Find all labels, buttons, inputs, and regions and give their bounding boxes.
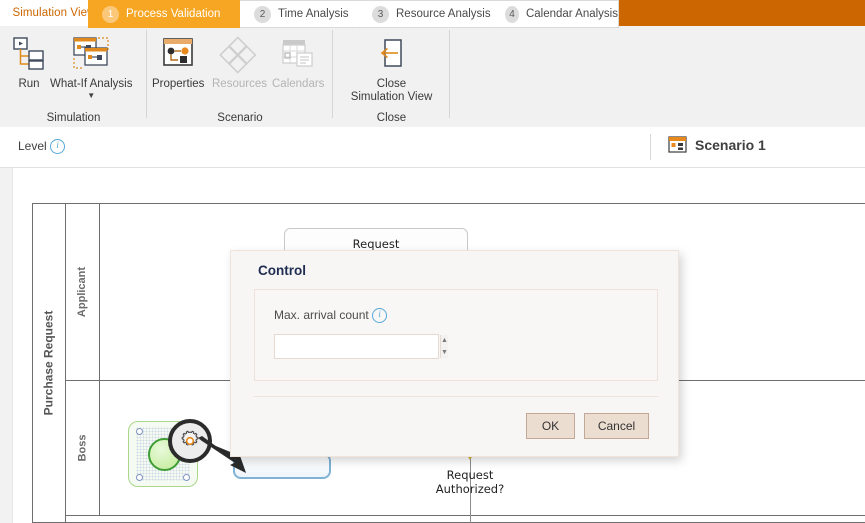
ribbon-group-simulation: Run What-If Analysis ▼ Simulation: [0, 26, 147, 127]
canvas-gutter: [0, 168, 13, 523]
stepper-buttons: ▲ ▼: [440, 335, 448, 358]
gateway-label-line2: Authorized?: [435, 482, 505, 496]
close-simulation-view-label-line1: Close: [376, 78, 407, 90]
close-simulation-view-button[interactable]: Close Simulation View: [337, 30, 446, 103]
tab-simulation-view-label: Simulation View: [12, 7, 96, 19]
step-label: Resource Analysis: [396, 8, 491, 20]
ribbon-group-close: Close Simulation View Close: [333, 26, 450, 127]
gateway-label: Request Authorized?: [400, 468, 540, 496]
task-label: Request: [352, 237, 400, 251]
resize-handle[interactable]: [183, 474, 190, 481]
spinner-down-icon[interactable]: ▼: [441, 347, 448, 359]
properties-button-label: Properties: [152, 78, 205, 90]
resources-diamonds-icon: [219, 30, 259, 74]
resources-button[interactable]: Resources: [212, 30, 267, 91]
cancel-button[interactable]: Cancel: [584, 413, 649, 439]
pool-label-container: Purchase Request: [32, 203, 66, 523]
step-process-validation[interactable]: 1 Process Validation: [88, 0, 254, 28]
ribbon: Run What-If Analysis ▼ Simulation Proper…: [0, 26, 865, 129]
lane-header-boss: Boss: [66, 380, 100, 515]
gateway-label-line1: Request: [446, 468, 494, 482]
dialog-title: Control: [258, 263, 306, 278]
lane-label: Applicant: [76, 266, 89, 317]
resources-button-label: Resources: [212, 78, 267, 90]
calendar-grid-icon: [278, 30, 318, 74]
group-separator: [449, 30, 450, 118]
step-time-analysis[interactable]: 2 Time Analysis: [240, 0, 372, 29]
max-arrival-count-input[interactable]: [275, 335, 440, 358]
ribbon-group-close-label: Close: [376, 112, 407, 124]
properties-panel-icon: [158, 30, 198, 74]
scenario-label: Scenario 1: [695, 136, 766, 153]
scenario-indicator[interactable]: Scenario 1: [668, 136, 766, 153]
pool-label: Purchase Request: [41, 310, 56, 416]
step-number: 1: [102, 5, 119, 23]
resize-handle[interactable]: [136, 428, 143, 435]
ribbon-group-simulation-label: Simulation: [46, 112, 101, 124]
run-flowchart-icon: [8, 30, 50, 74]
chevron-down-icon[interactable]: ▼: [87, 91, 95, 99]
ribbon-group-scenario: Properties Resources Calendars Scenario: [147, 26, 333, 127]
application-window: Simulation View Run What-If Analysis ▼ S…: [0, 0, 865, 523]
step-number: 2: [254, 5, 271, 23]
run-button-label: Run: [18, 78, 40, 90]
properties-button[interactable]: Properties: [152, 30, 204, 91]
info-icon[interactable]: i: [50, 139, 66, 155]
ok-button[interactable]: OK: [526, 413, 575, 439]
max-arrival-count-label: Max. arrival count: [274, 308, 369, 322]
control-dialog: Control Max. arrival count i ▲ ▼ OK Canc…: [230, 250, 679, 457]
nav-divider: [650, 134, 651, 160]
close-arrow-panel-icon: [370, 30, 414, 74]
what-if-analysis-button-label: What-If Analysis: [50, 78, 133, 90]
lane-label: Boss: [76, 434, 89, 461]
step-number: 4: [505, 5, 519, 23]
step-label: Process Validation: [126, 8, 221, 20]
step-number: 3: [372, 5, 389, 23]
lane-divider: [66, 515, 865, 516]
what-if-windows-icon: [68, 30, 114, 74]
spinner-up-icon[interactable]: ▲: [441, 335, 448, 347]
calendars-button[interactable]: Calendars: [272, 30, 324, 91]
level-label: Level: [18, 139, 47, 153]
step-resource-analysis[interactable]: 3 Resource Analysis: [358, 0, 505, 29]
dialog-separator: [254, 396, 658, 397]
max-arrival-count-stepper[interactable]: ▲ ▼: [274, 334, 448, 359]
info-icon[interactable]: i: [372, 308, 388, 324]
lane-header-applicant: Applicant: [66, 203, 100, 380]
ok-button-label: OK: [541, 419, 560, 433]
ribbon-group-scenario-label: Scenario: [217, 112, 263, 124]
close-simulation-view-label-line2: Simulation View: [350, 90, 433, 103]
resize-handle[interactable]: [136, 474, 143, 481]
cancel-button-label: Cancel: [597, 419, 636, 433]
step-label: Calendar Analysis: [525, 8, 618, 20]
run-button[interactable]: Run: [8, 30, 50, 91]
step-label: Time Analysis: [278, 8, 349, 20]
scenario-window-icon: [668, 136, 687, 153]
what-if-analysis-button[interactable]: What-If Analysis ▼: [50, 30, 132, 99]
step-calendar-analysis[interactable]: 4 Calendar Analysis: [491, 0, 619, 28]
calendars-button-label: Calendars: [272, 78, 325, 90]
